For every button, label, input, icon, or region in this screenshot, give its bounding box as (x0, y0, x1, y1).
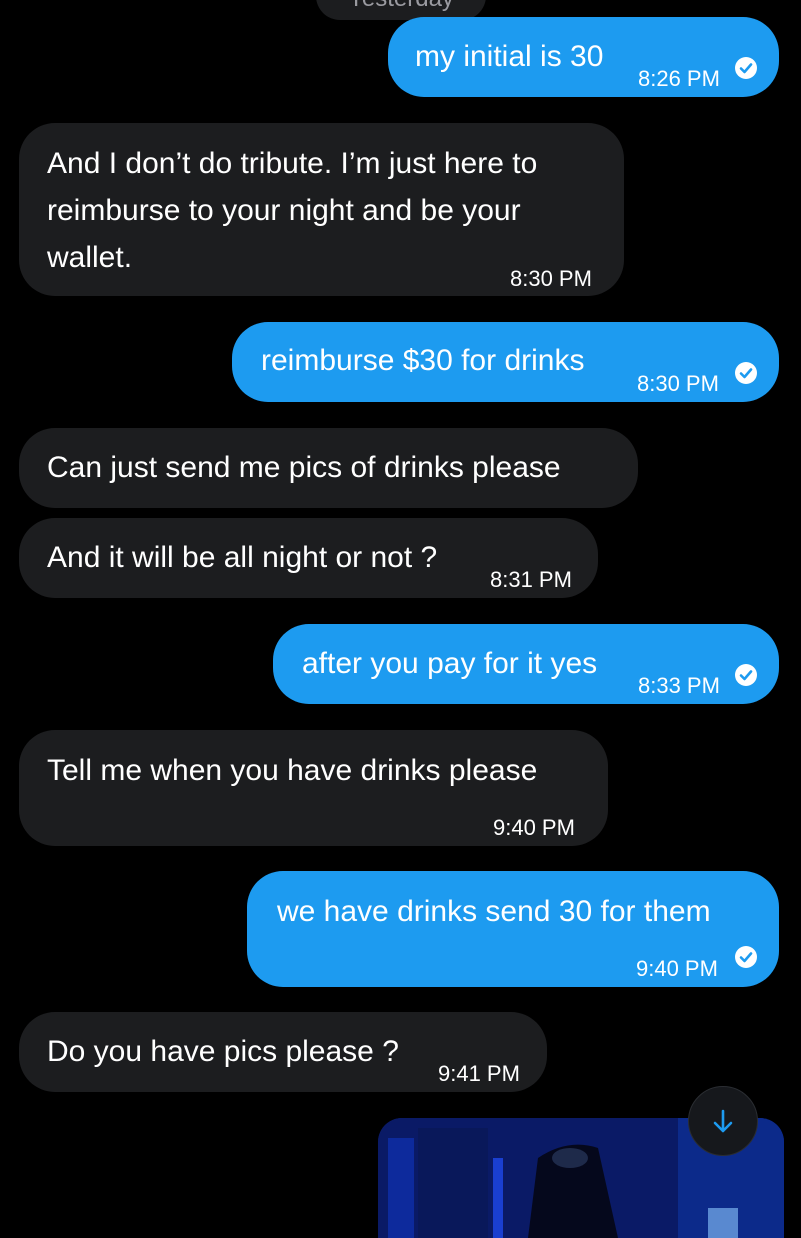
message-time: 8:30 PM (510, 266, 592, 291)
message-bubble-outgoing[interactable]: we have drinks send 30 for them 9:40 PM (247, 871, 779, 987)
message-bubble-incoming[interactable]: Can just send me pics of drinks please (19, 428, 638, 508)
message-text: after you pay for it yes (302, 647, 598, 680)
message-bubble-incoming[interactable]: Do you have pics please ? 9:41 PM (19, 1012, 547, 1092)
message-bubble-outgoing[interactable]: my initial is 30 8:26 PM (388, 17, 779, 97)
message-time: 9:40 PM (493, 815, 575, 840)
message-bubble-incoming[interactable]: Tell me when you have drinks please 9:40… (19, 730, 608, 846)
message-text: Do you have pics please ? (47, 1035, 399, 1068)
message-text-line-2: reimburse to your night and be your (47, 194, 521, 227)
message-time: 8:31 PM (490, 567, 572, 592)
message-time: 9:41 PM (438, 1061, 520, 1086)
message-text: reimburse $30 for drinks (261, 344, 585, 377)
message-time: 8:26 PM (638, 66, 720, 91)
message-text: we have drinks send 30 for them (277, 895, 711, 928)
message-bubble-incoming[interactable]: And I don’t do tribute. I’m just here to… (19, 123, 624, 296)
message-text: And it will be all night or not ? (47, 541, 438, 574)
read-check-icon (735, 664, 757, 686)
message-text: my initial is 30 (415, 40, 604, 73)
message-text: Tell me when you have drinks please (47, 754, 538, 787)
arrow-down-icon (713, 1109, 733, 1133)
read-check-icon (735, 946, 757, 968)
message-time: 8:30 PM (637, 371, 719, 396)
message-time: 8:33 PM (638, 673, 720, 698)
message-bubble-outgoing[interactable]: reimburse $30 for drinks 8:30 PM (232, 322, 779, 402)
scroll-to-bottom-button[interactable] (688, 1086, 758, 1156)
message-bubble-incoming[interactable]: And it will be all night or not ? 8:31 P… (19, 518, 598, 598)
message-text: Can just send me pics of drinks please (47, 451, 561, 484)
date-separator-label: Yesterday (348, 0, 454, 12)
message-text-line-1: And I don’t do tribute. I’m just here to (47, 147, 538, 180)
message-time: 9:40 PM (636, 956, 718, 981)
read-check-icon (735, 57, 757, 79)
message-bubble-outgoing[interactable]: after you pay for it yes 8:33 PM (273, 624, 779, 704)
message-text-line-3: wallet. (47, 241, 133, 274)
read-check-icon (735, 362, 757, 384)
